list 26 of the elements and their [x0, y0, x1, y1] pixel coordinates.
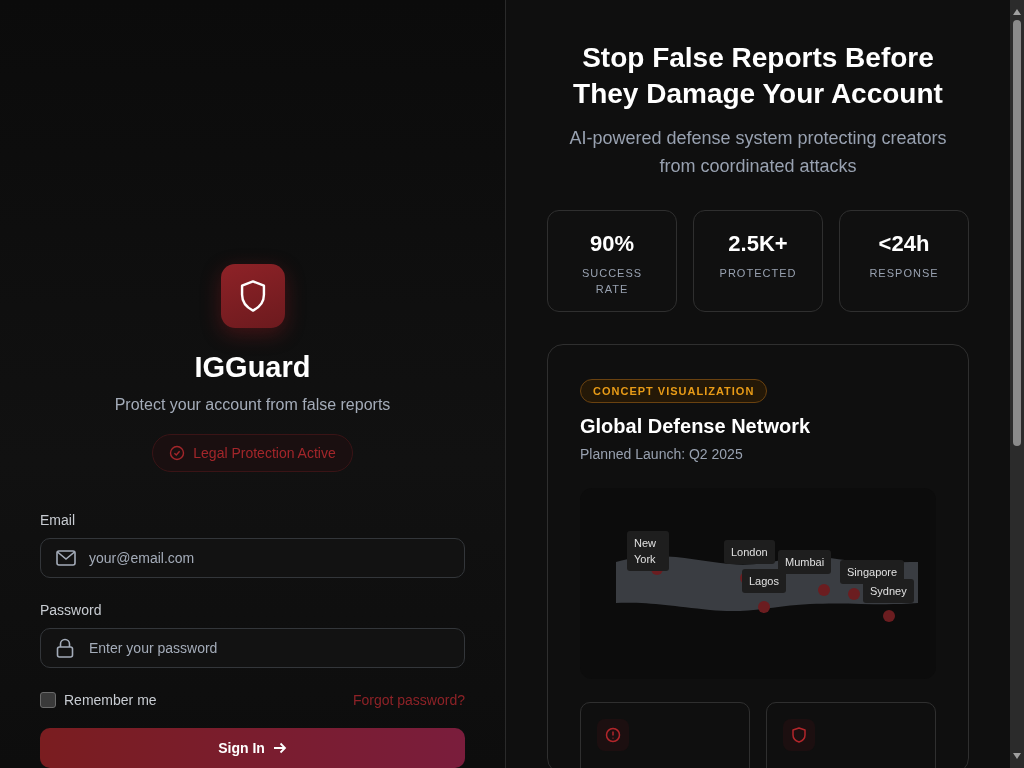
field-label: Email [40, 511, 76, 528]
hero-title: Stop False Reports Before They Damage Your Account [572, 41, 944, 111]
city-label: Sydney [863, 579, 914, 603]
stat-label: SUCCESS RATE [580, 266, 644, 297]
stat-value: 2.5K+ [728, 231, 788, 257]
tagline: Protect your account from false reports [114, 395, 391, 414]
city-label: Mumbai [778, 550, 832, 574]
stat-value: 90% [589, 231, 634, 257]
stat-label: RESPONSE [868, 266, 940, 281]
password-field[interactable]: Enter your password [40, 627, 465, 668]
email-field[interactable]: your@email.com [40, 537, 465, 578]
launch-date: Planned Launch: Q2 2025 [580, 446, 744, 462]
city-label: London [724, 540, 775, 564]
hero-subtitle: AI-powered defense system protecting creators from coordinated attacks [568, 127, 948, 178]
stat-value: <24h [878, 231, 930, 257]
sign-in-button[interactable]: Sign In [40, 727, 465, 768]
app-name: IGGuard [194, 352, 311, 384]
city-label: New York [627, 531, 669, 571]
remember-label: Remember me [64, 691, 157, 708]
field-label: Password [40, 601, 103, 618]
city-label: Lagos [742, 569, 786, 593]
status-text: Legal Protection Active [193, 444, 336, 461]
city-label: Singapore [840, 560, 905, 584]
stat-label: PROTECTED [718, 266, 798, 281]
concept-badge: CONCEPT VISUALIZATION [580, 379, 768, 403]
network-title: Global Defense Network [580, 415, 812, 438]
